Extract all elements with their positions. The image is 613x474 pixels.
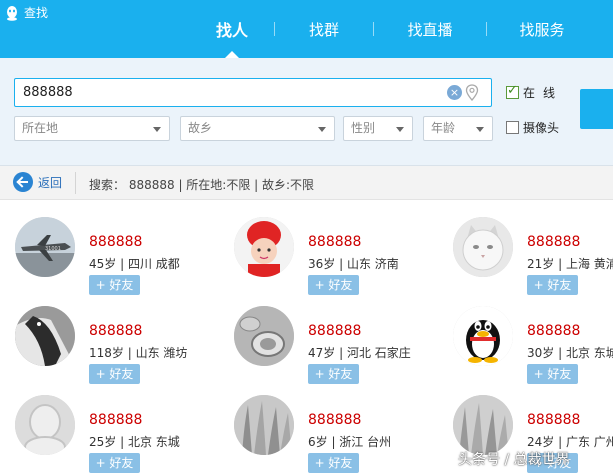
avatar[interactable]: 31001 bbox=[15, 217, 75, 277]
qq-logo-icon bbox=[7, 5, 17, 21]
add-friend-button[interactable]: + 好友 bbox=[89, 275, 140, 295]
online-checkbox[interactable] bbox=[506, 83, 519, 99]
search-button[interactable] bbox=[580, 89, 613, 129]
location-pin-icon[interactable] bbox=[465, 84, 479, 101]
result-name[interactable]: 888888 bbox=[89, 323, 142, 339]
object-gray-photo-icon bbox=[234, 306, 294, 366]
white-cat-photo-icon bbox=[453, 217, 513, 277]
age-select-label: 年龄 bbox=[431, 121, 456, 135]
age-select[interactable]: 年龄 bbox=[423, 116, 493, 141]
avatar[interactable] bbox=[15, 395, 75, 455]
default-avatar-gray-icon bbox=[15, 395, 75, 455]
aircraft-photo-icon: 31001 bbox=[15, 217, 75, 277]
avatar[interactable] bbox=[234, 217, 294, 277]
result-name[interactable]: 888888 bbox=[308, 234, 361, 250]
gender-select[interactable]: 性别 bbox=[343, 116, 413, 141]
hometown-select[interactable]: 故乡 bbox=[180, 116, 335, 141]
location-select-label: 所在地 bbox=[22, 121, 59, 135]
tab-find-services[interactable]: 找服务 bbox=[487, 0, 597, 58]
app-title: 查找 bbox=[24, 6, 49, 20]
back-arrow-icon bbox=[13, 172, 33, 192]
search-summary: 搜索： 888888 | 所在地:不限 | 故乡:不限 bbox=[89, 178, 315, 192]
search-box[interactable]: × bbox=[14, 78, 492, 107]
avatar[interactable] bbox=[234, 306, 294, 366]
chevron-down-icon bbox=[153, 127, 161, 132]
result-info: 30岁 | 北京 东城 bbox=[527, 346, 613, 360]
result-info: 45岁 | 四川 成都 bbox=[89, 257, 180, 271]
gender-select-label: 性别 bbox=[351, 121, 376, 135]
avatar[interactable] bbox=[453, 306, 513, 366]
penguin-gray-photo-icon bbox=[15, 306, 75, 366]
camera-label: 摄像头 bbox=[523, 121, 560, 135]
result-card[interactable]: 888888 118岁 | 山东 潍坊 + 好友 bbox=[15, 306, 225, 394]
result-info: 118岁 | 山东 潍坊 bbox=[89, 346, 188, 360]
result-name[interactable]: 888888 bbox=[308, 323, 361, 339]
tab-find-live[interactable]: 找直播 bbox=[374, 0, 486, 58]
avatar[interactable] bbox=[453, 395, 513, 455]
result-card[interactable]: 888888 25岁 | 北京 东城 + 好友 bbox=[15, 395, 225, 474]
result-info: 6岁 | 浙江 台州 bbox=[308, 435, 392, 449]
results-grid: 31001 888888 45岁 | 四川 成都 + 好友 888888 36岁… bbox=[0, 200, 613, 474]
baby-photo-icon bbox=[234, 217, 294, 277]
tab-find-people[interactable]: 找人 bbox=[190, 0, 274, 58]
result-name[interactable]: 888888 bbox=[89, 234, 142, 250]
watermark: 头条号 / 总裁世界 bbox=[458, 452, 570, 468]
search-input[interactable] bbox=[23, 79, 443, 106]
result-card[interactable]: 31001 888888 45岁 | 四川 成都 + 好友 bbox=[15, 217, 225, 305]
add-friend-button[interactable]: + 好友 bbox=[527, 275, 578, 295]
result-info: 24岁 | 广东 广州 bbox=[527, 435, 613, 449]
online-label: 在线 bbox=[523, 86, 564, 100]
avatar[interactable] bbox=[15, 306, 75, 366]
tab-find-groups[interactable]: 找群 bbox=[275, 0, 373, 58]
add-friend-button[interactable]: + 好友 bbox=[308, 364, 359, 384]
result-info: 25岁 | 北京 东城 bbox=[89, 435, 180, 449]
back-label: 返回 bbox=[38, 175, 63, 190]
result-card[interactable]: 888888 6岁 | 浙江 台州 + 好友 bbox=[234, 395, 444, 474]
search-panel: × 所在地 故乡 性别 年龄 bbox=[0, 58, 613, 166]
hometown-select-label: 故乡 bbox=[188, 121, 213, 135]
add-friend-button[interactable]: + 好友 bbox=[308, 453, 359, 473]
result-card[interactable]: 888888 30岁 | 北京 东城 + 好友 bbox=[453, 306, 613, 394]
avatar[interactable] bbox=[234, 395, 294, 455]
add-friend-button[interactable]: + 好友 bbox=[89, 364, 140, 384]
grass-gray-photo-icon bbox=[453, 395, 513, 455]
result-card[interactable]: 888888 21岁 | 上海 黄浦 + 好友 bbox=[453, 217, 613, 305]
breadcrumb: 返回 搜索： 888888 | 所在地:不限 | 故乡:不限 bbox=[0, 166, 613, 200]
top-bar: 查找 找人 找群 找直播 找服务 bbox=[0, 0, 613, 58]
back-button[interactable]: 返回 bbox=[13, 172, 62, 192]
chevron-down-icon bbox=[318, 127, 326, 132]
result-info: 36岁 | 山东 济南 bbox=[308, 257, 399, 271]
chevron-down-icon bbox=[476, 127, 484, 132]
location-select[interactable]: 所在地 bbox=[14, 116, 170, 141]
app-title-area: 查找 bbox=[4, 4, 48, 21]
result-name[interactable]: 888888 bbox=[308, 412, 361, 428]
avatar[interactable] bbox=[453, 217, 513, 277]
result-info: 21岁 | 上海 黄浦 bbox=[527, 257, 613, 271]
result-name[interactable]: 888888 bbox=[527, 323, 580, 339]
camera-checkbox[interactable] bbox=[506, 121, 519, 134]
divider bbox=[75, 172, 76, 194]
chevron-down-icon bbox=[396, 127, 404, 132]
result-name[interactable]: 888888 bbox=[89, 412, 142, 428]
result-info: 47岁 | 河北 石家庄 bbox=[308, 346, 411, 360]
result-card[interactable]: 888888 36岁 | 山东 济南 + 好友 bbox=[234, 217, 444, 305]
clear-icon[interactable]: × bbox=[447, 85, 462, 100]
qq-penguin-icon bbox=[453, 306, 513, 366]
tab-bar: 找人 找群 找直播 找服务 bbox=[190, 0, 597, 58]
grass-gray-photo-icon bbox=[234, 395, 294, 455]
svg-text:31001: 31001 bbox=[45, 246, 61, 252]
add-friend-button[interactable]: + 好友 bbox=[89, 453, 140, 473]
add-friend-button[interactable]: + 好友 bbox=[308, 275, 359, 295]
result-card[interactable]: 888888 47岁 | 河北 石家庄 + 好友 bbox=[234, 306, 444, 394]
add-friend-button[interactable]: + 好友 bbox=[527, 364, 578, 384]
result-name[interactable]: 888888 bbox=[527, 412, 580, 428]
result-name[interactable]: 888888 bbox=[527, 234, 580, 250]
